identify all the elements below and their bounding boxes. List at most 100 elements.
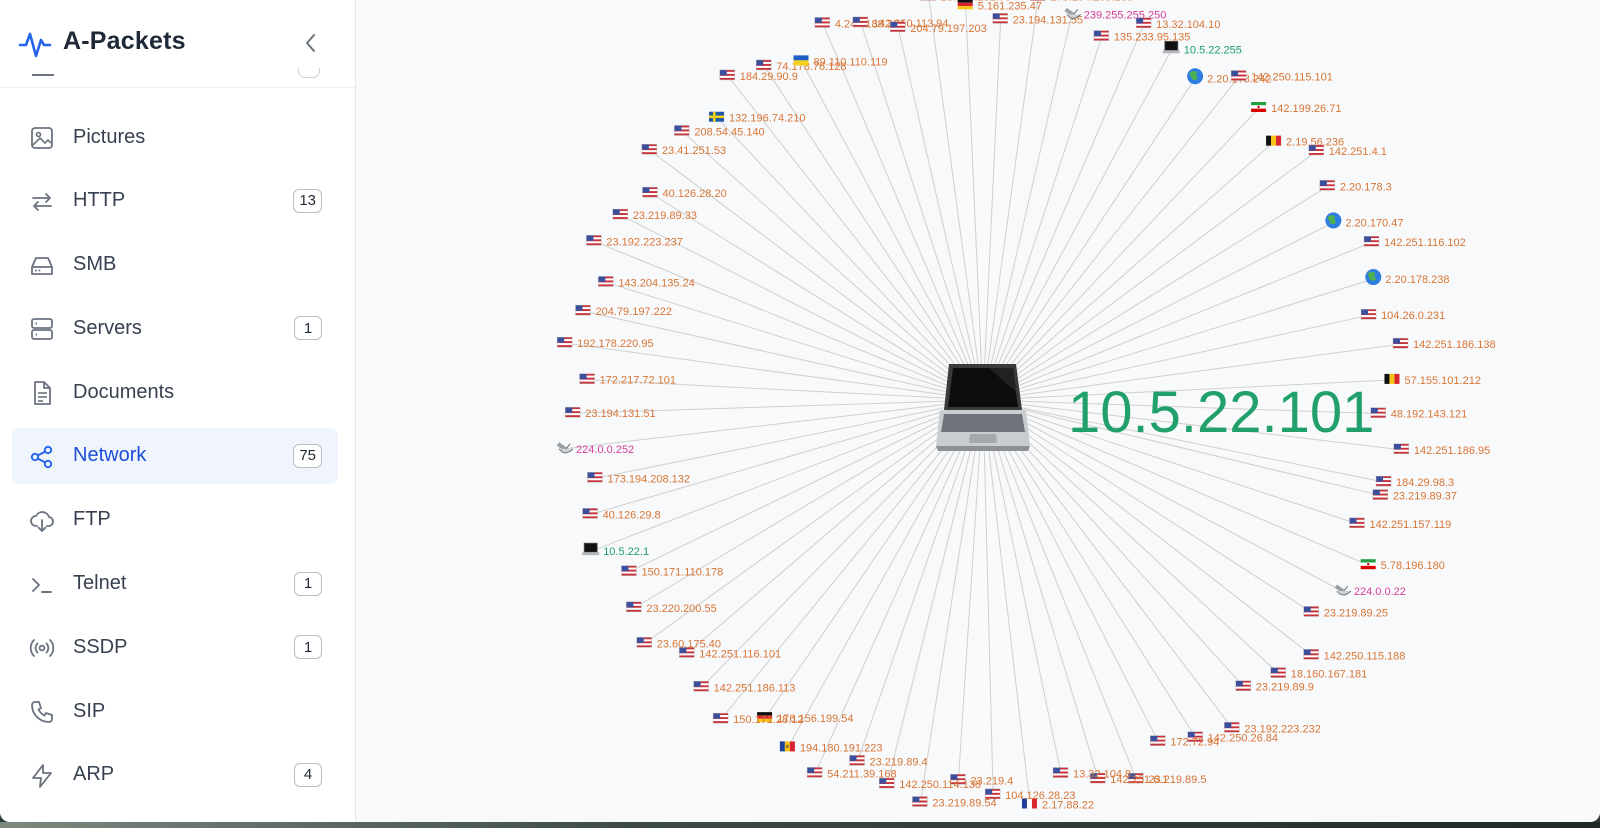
peer-node[interactable]: 142.251.116.102 xyxy=(1363,236,1466,249)
flag-us-icon xyxy=(1150,735,1166,746)
graph-edge xyxy=(982,399,1031,805)
sidebar-item-ssdp[interactable]: SSDP 1 xyxy=(12,619,338,675)
peer-node[interactable]: 184.29.98.3 xyxy=(1375,475,1454,489)
peer-node[interactable]: 142.250.115.188 xyxy=(1303,649,1406,662)
peer-ip-label: 57.155.101.212 xyxy=(1404,375,1480,387)
sidebar-item-telnet[interactable]: Telnet 1 xyxy=(12,556,338,612)
peer-node[interactable]: 142.251.157.119 xyxy=(1349,517,1451,531)
peer-ip-label: 173.194.208.132 xyxy=(607,473,690,485)
app-window: A-Packets Pictures HTTP 13 SMB Servers 1… xyxy=(0,0,1600,822)
peer-ip-label: 135.233.95.135 xyxy=(1114,32,1190,44)
peer-node[interactable]: 2.20.178.238 xyxy=(1365,269,1450,286)
peer-node[interactable]: 23.220.200.55 xyxy=(626,601,717,615)
flag-us-icon xyxy=(1372,489,1389,500)
peer-node[interactable]: 23.194.131.51 xyxy=(565,407,656,420)
peer-node[interactable]: 54.211.39.168 xyxy=(806,767,897,780)
peer-node[interactable]: 23.219.89.4 xyxy=(849,755,928,768)
peer-node[interactable]: 10.5.22.1 xyxy=(582,542,649,558)
flag-us-icon xyxy=(1093,30,1110,41)
app-title: A-Packets xyxy=(63,27,186,55)
peer-node[interactable]: 172.72.94 xyxy=(1150,735,1219,749)
peer-node[interactable]: 204.79.197.222 xyxy=(575,304,672,318)
peer-ip-label: 142.251.186.113 xyxy=(714,682,796,694)
peer-node[interactable]: 23.41.251.53 xyxy=(641,144,726,157)
peer-node[interactable]: 10.5.22.255 xyxy=(1162,40,1242,56)
peer-node[interactable]: 142.251.4.1 xyxy=(1308,144,1387,158)
peer-node[interactable]: 204.79.197.203 xyxy=(890,21,987,35)
peer-node[interactable]: 48.192.143.121 xyxy=(1370,407,1467,421)
sidebar-item-pictures[interactable]: Pictures xyxy=(12,109,338,165)
sidebar-item-servers[interactable]: Servers 1 xyxy=(12,300,338,356)
sidebar-item-sip[interactable]: SIP xyxy=(12,683,338,739)
peer-node[interactable]: 40.126.28.20 xyxy=(642,186,727,200)
peer-ip-label: 172.72.94 xyxy=(1170,737,1219,749)
sidebar-item-arp[interactable]: ARP 4 xyxy=(12,747,338,803)
peer-node[interactable]: 23.192.223.237 xyxy=(586,235,683,248)
peer-node[interactable]: 18.160.167.181 xyxy=(1270,667,1367,681)
network-graph[interactable]: 23.219.89.37 142.251.157.119 5.78.196.180 2… xyxy=(356,0,1600,822)
graph-edge xyxy=(982,399,1099,780)
sidebar-item-partial[interactable] xyxy=(12,68,338,88)
peer-node[interactable]: 23.60.175.40 xyxy=(636,637,721,650)
count-badge: 1 xyxy=(294,316,322,341)
collapse-chevron-left-icon[interactable] xyxy=(300,32,322,54)
peer-node[interactable]: 40.126.29.8 xyxy=(582,508,661,521)
peer-node[interactable]: 224.0.0.22 xyxy=(1334,584,1406,598)
flag-us-icon xyxy=(712,712,729,724)
laptop-icon xyxy=(936,364,1030,451)
peer-node[interactable]: 173.194.208.138 xyxy=(1030,0,1133,4)
peer-node[interactable]: 173.194.208.132 xyxy=(587,472,690,485)
peer-node[interactable]: 194.180.191.223 xyxy=(779,741,883,754)
peer-node[interactable]: 23.219.89.54 xyxy=(912,796,997,810)
sidebar-item-ftp[interactable]: FTP xyxy=(12,492,338,548)
sidebar-item-network[interactable]: Network 75 xyxy=(12,427,338,484)
peer-node[interactable]: 57.155.101.212 xyxy=(1384,373,1481,387)
peer-ip-label: 204.79.197.222 xyxy=(596,306,672,318)
sidebar-item-smb[interactable]: SMB xyxy=(12,237,338,293)
flag-us-icon xyxy=(1363,236,1380,247)
peer-node[interactable]: 142.251.186.113 xyxy=(693,681,796,694)
peer-node[interactable]: 23.219.89.37 xyxy=(1372,489,1457,503)
flag-us-icon xyxy=(1235,680,1252,691)
peer-ip-label: 142.251.186.138 xyxy=(1413,339,1496,351)
peer-node[interactable]: 13.32.104.10 xyxy=(1135,17,1220,31)
peer-node[interactable]: 224.0.0.252 xyxy=(556,442,634,456)
peer-node[interactable]: 192.178.220.95 xyxy=(556,336,654,350)
peer-node[interactable]: 172.217.72.101 xyxy=(579,373,676,387)
peer-node[interactable]: 23.219.89.25 xyxy=(1303,606,1388,619)
flag-us-icon xyxy=(598,276,614,287)
flag-us-icon xyxy=(693,681,709,692)
peer-node[interactable]: 2.20.170.47 xyxy=(1325,212,1403,229)
peer-node[interactable]: 142.199.26.71 xyxy=(1251,102,1341,115)
peer-node[interactable]: 104.26.0.231 xyxy=(1360,308,1445,322)
peer-node[interactable]: 5.161.235.47 xyxy=(957,0,1042,12)
graph-edge xyxy=(982,36,1103,401)
peer-node[interactable]: 143.204.135.24 xyxy=(598,276,695,289)
peer-node[interactable]: 132.196.74.210 xyxy=(709,111,805,125)
partial-icon xyxy=(32,74,54,79)
peer-node[interactable]: 142.251.186.95 xyxy=(1393,443,1490,457)
peer-node[interactable]: 23.219.89.9 xyxy=(1235,680,1314,694)
sidebar-item-http[interactable]: HTTP 13 xyxy=(12,173,338,229)
peer-node[interactable]: 150.171.28.12 xyxy=(712,712,803,726)
sidebar-item-label: Documents xyxy=(73,380,175,403)
peer-ip-label: 48.192.143.121 xyxy=(1391,409,1467,421)
flag-ir-icon xyxy=(1251,102,1267,113)
graph-edge xyxy=(982,76,1240,401)
sidebar-item-label: SSDP xyxy=(73,635,128,658)
peer-ip-label: 5.161.235.47 xyxy=(978,0,1042,12)
peer-node[interactable]: 13.32.104.8 xyxy=(1052,767,1131,781)
peer-node[interactable]: 5.78.196.180 xyxy=(1360,559,1445,572)
peer-node[interactable]: 142.251.186.138 xyxy=(1392,337,1496,351)
flag-us-icon xyxy=(587,472,603,483)
peer-ip-label: 142.199.26.71 xyxy=(1271,103,1341,115)
sidebar-item-documents[interactable]: Documents xyxy=(12,364,338,420)
peer-node[interactable]: 23.219.89.33 xyxy=(612,208,697,222)
peer-node[interactable]: 2.20.178.3 xyxy=(1319,180,1392,193)
window-bottom-edge xyxy=(0,822,1600,828)
peer-ip-label: 143.204.135.24 xyxy=(618,277,694,289)
broadcast-icon xyxy=(29,639,55,658)
graph-edge xyxy=(565,342,984,401)
peer-node[interactable]: 104.126.28.23 xyxy=(984,788,1075,802)
graph-edge xyxy=(982,241,1373,401)
